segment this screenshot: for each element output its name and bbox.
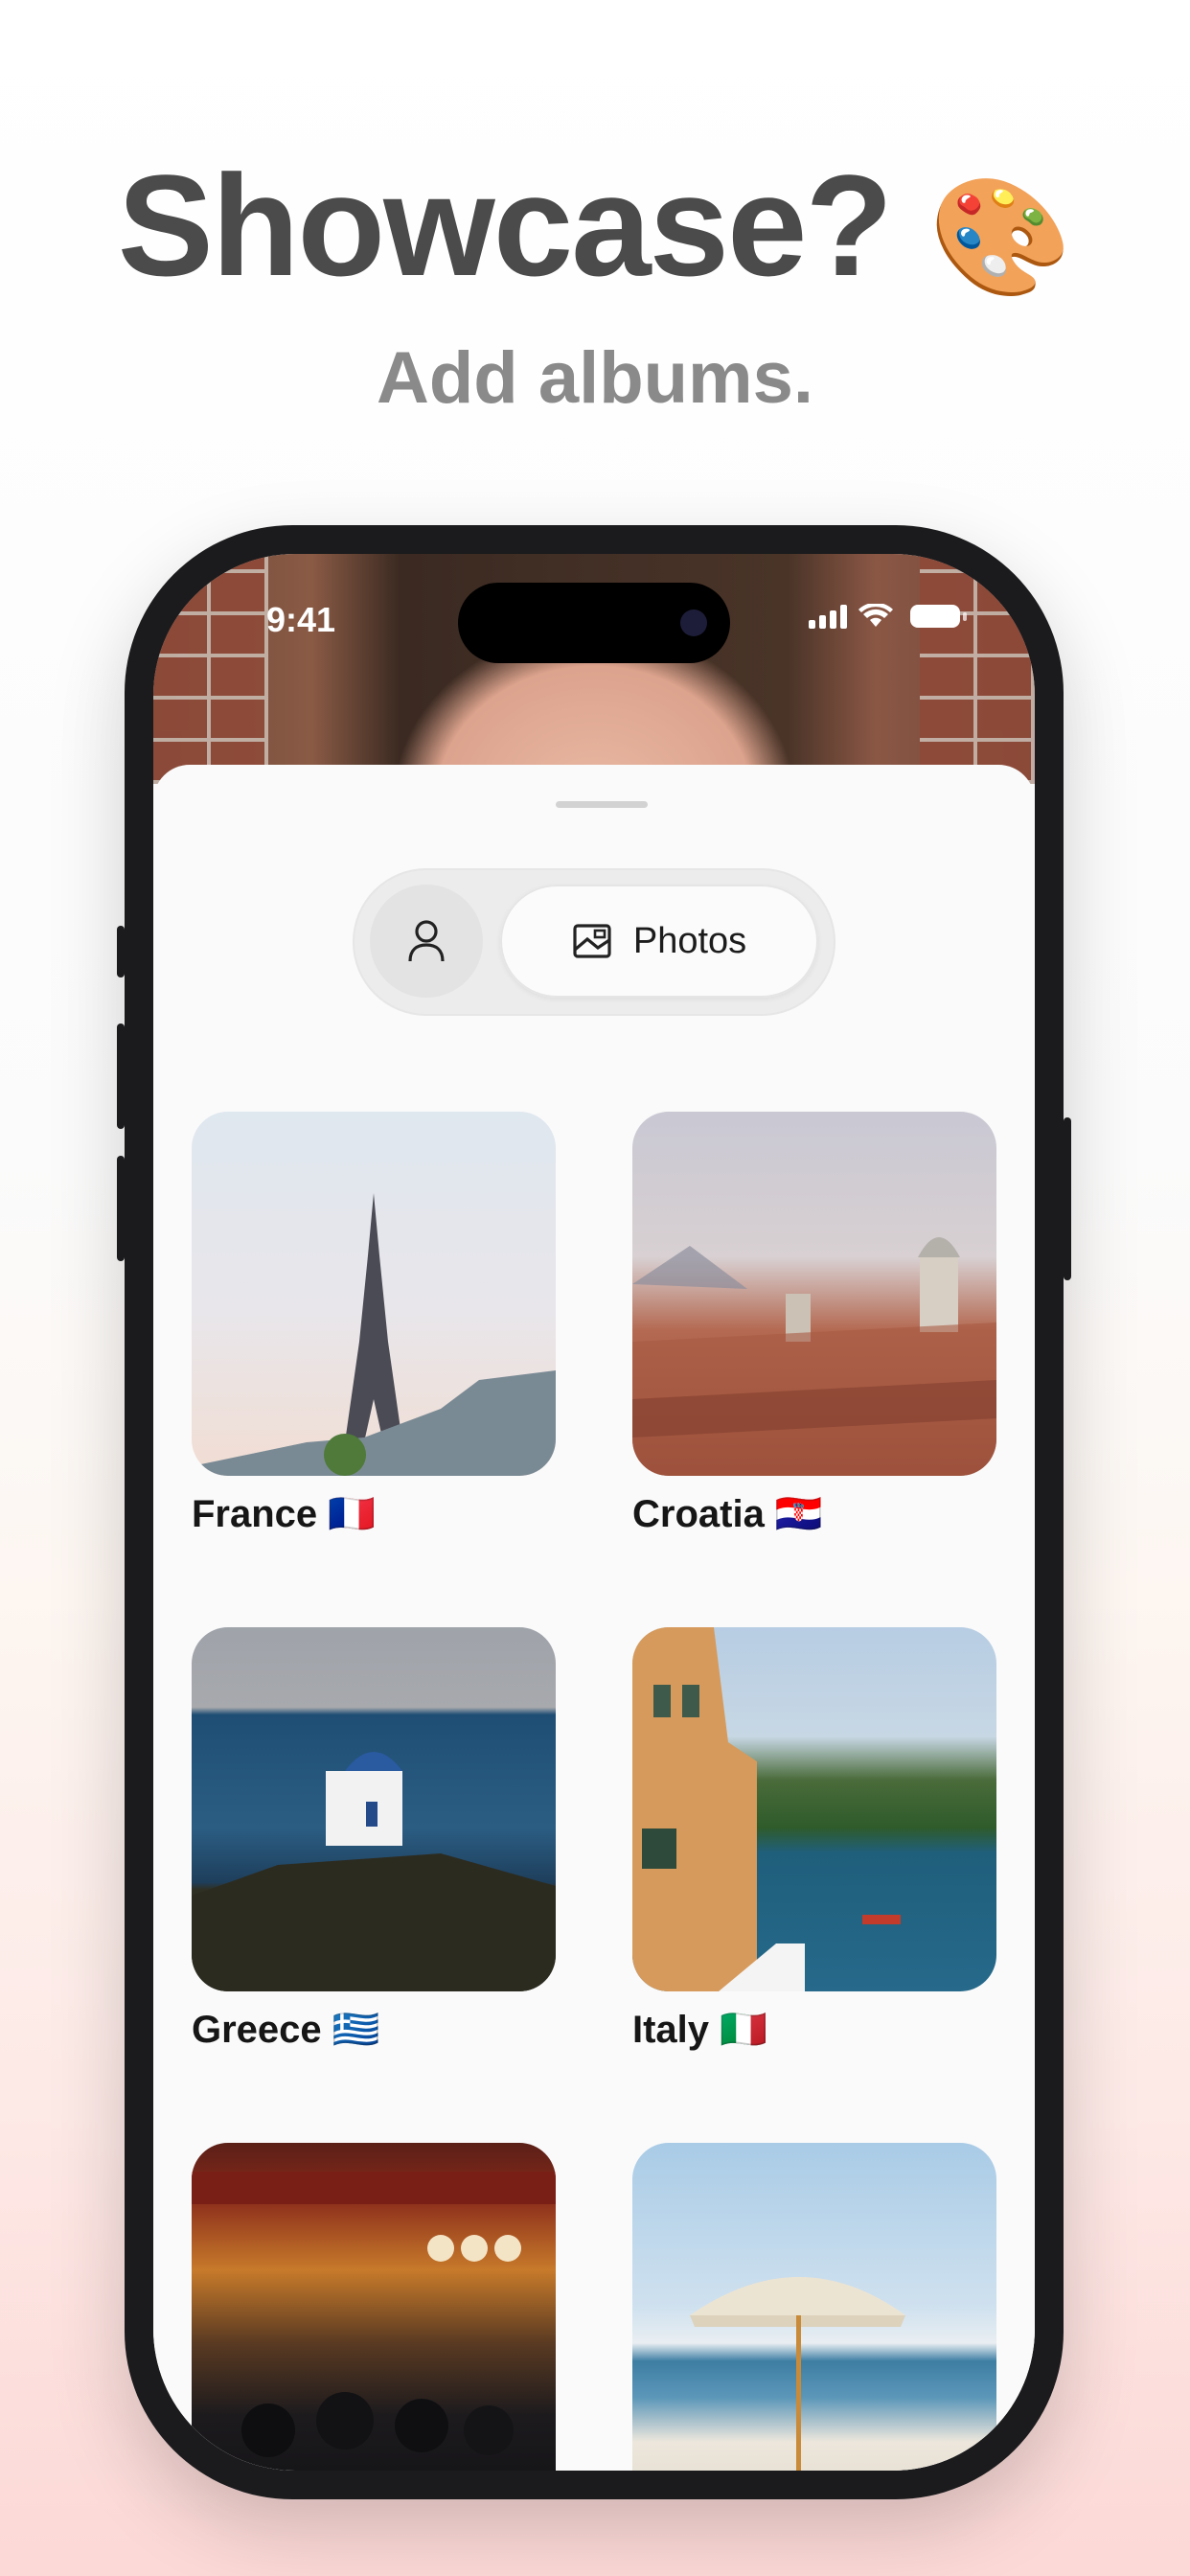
album-card-france[interactable]: France 🇫🇷 — [192, 1112, 556, 1536]
phone-mockup: 9:41 Photos France 🇫🇷 Croatia 🇭🇷 Greece … — [117, 525, 1071, 2499]
album-card-beach[interactable] — [632, 2143, 996, 2471]
album-title: Greece 🇬🇷 — [192, 2009, 380, 2051]
view-switcher: Photos — [353, 868, 835, 1016]
status-icons — [809, 604, 967, 629]
album-thumbnail — [192, 1112, 556, 1476]
person-icon — [408, 920, 445, 962]
album-title: Italy 🇮🇹 — [632, 2009, 767, 2051]
action-button — [117, 926, 125, 978]
photos-tab[interactable]: Photos — [500, 885, 818, 998]
album-thumbnail — [632, 2143, 996, 2471]
headline-subtitle: Add albums. — [376, 337, 814, 419]
battery-icon — [910, 605, 967, 628]
album-thumbnail — [632, 1112, 996, 1476]
album-thumbnail — [192, 2143, 556, 2471]
album-card-greece[interactable]: Greece 🇬🇷 — [192, 1627, 556, 2052]
phone-screen: 9:41 Photos France 🇫🇷 Croatia 🇭🇷 Greece … — [153, 554, 1035, 2471]
wifi-icon — [858, 604, 893, 627]
profile-tab[interactable] — [370, 885, 483, 998]
photo-icon — [573, 924, 611, 958]
album-card-croatia[interactable]: Croatia 🇭🇷 — [632, 1112, 996, 1536]
album-title: Croatia 🇭🇷 — [632, 1493, 823, 1535]
signal-icon — [809, 604, 847, 629]
album-thumbnail — [192, 1627, 556, 1991]
album-card-italy[interactable]: Italy 🇮🇹 — [632, 1627, 996, 2052]
volume-down-button — [117, 1156, 125, 1261]
album-thumbnail — [632, 1627, 996, 1991]
headline: Showcase? 🎨 — [0, 144, 1190, 318]
headline-title: Showcase? — [117, 145, 893, 306]
sheet-grabber[interactable] — [556, 801, 648, 808]
dynamic-island — [458, 583, 730, 663]
status-time: 9:41 — [266, 600, 336, 639]
power-button — [1064, 1117, 1071, 1280]
palette-icon: 🎨 — [928, 172, 1073, 302]
photos-tab-label: Photos — [632, 920, 747, 961]
album-title: France 🇫🇷 — [192, 1493, 377, 1535]
album-card-night-market[interactable] — [192, 2143, 556, 2471]
volume-up-button — [117, 1024, 125, 1129]
albums-sheet: Photos France 🇫🇷 Croatia 🇭🇷 Greece 🇬🇷 It… — [153, 765, 1035, 2471]
